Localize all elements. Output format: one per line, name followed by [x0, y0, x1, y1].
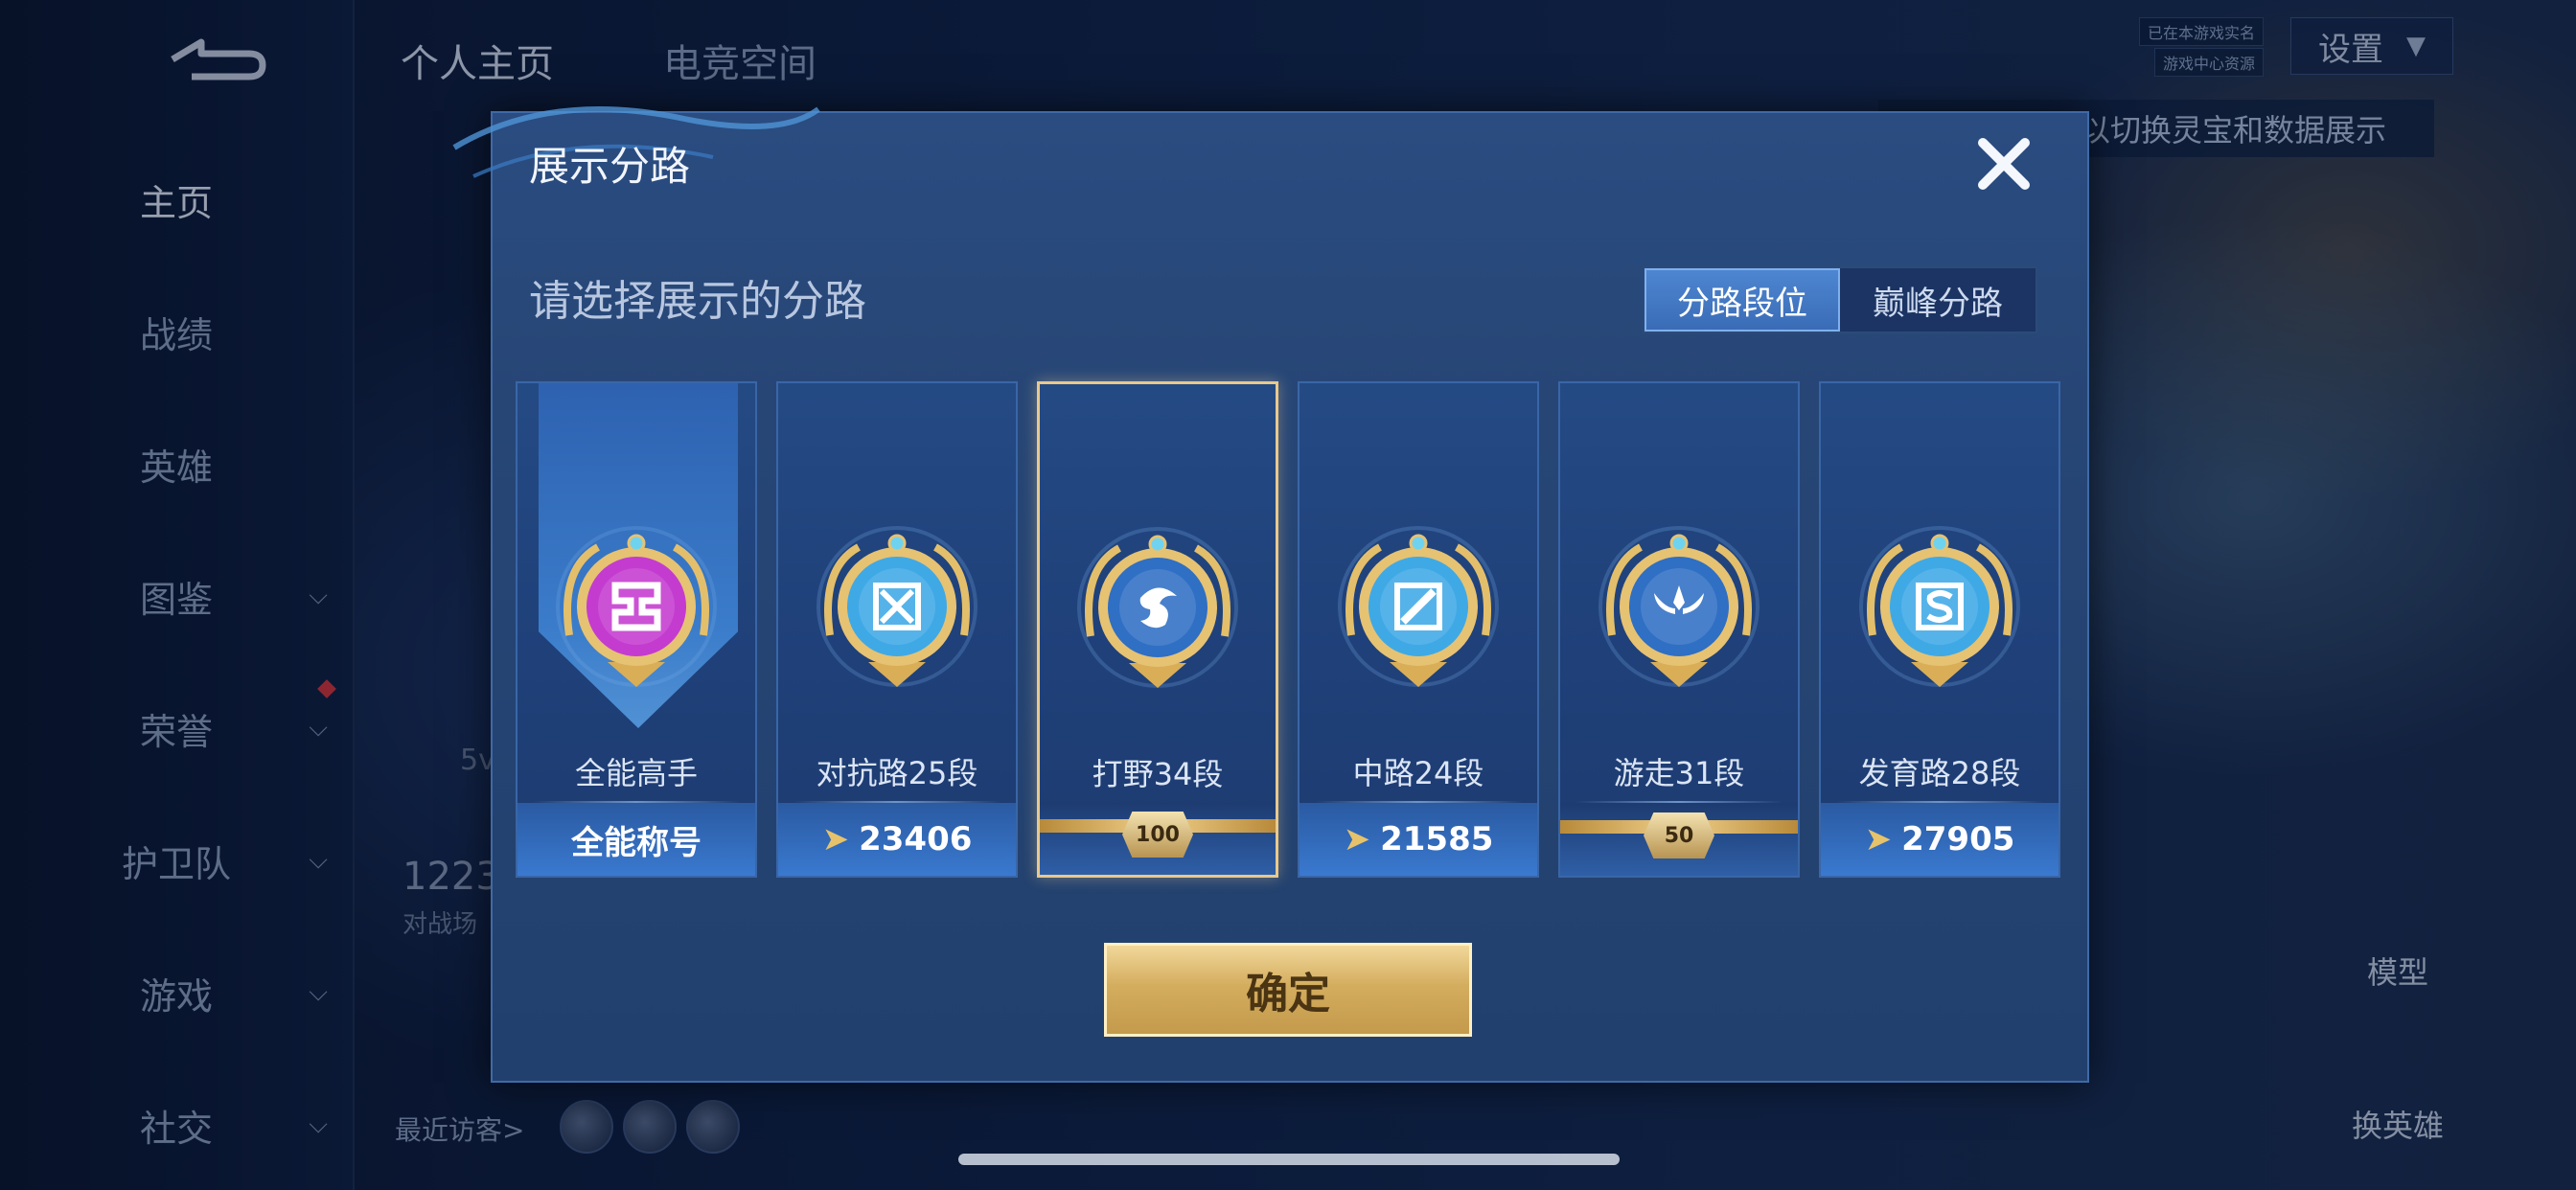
- card-footer: ➤ 21585: [1300, 803, 1537, 876]
- segment-lane-rank[interactable]: 分路段位: [1644, 268, 1840, 332]
- star-badge: 50: [1644, 812, 1714, 858]
- star-count: 50: [1664, 823, 1694, 848]
- select-prompt: 请选择展示的分路: [529, 277, 866, 326]
- view-segment-control: 分路段位 巅峰分路: [1643, 266, 2037, 333]
- clash-lane-medal-icon: [816, 526, 978, 687]
- power-points-value: 27905: [1901, 820, 2015, 858]
- lane-card[interactable]: 游走31段 50: [1558, 381, 1800, 878]
- lane-card[interactable]: 全能高手 全能称号: [516, 381, 757, 878]
- roam-wings-medal-icon: [1598, 526, 1760, 687]
- title-text: 全能称号: [571, 823, 702, 862]
- power-points-icon: ➤: [1343, 820, 1371, 858]
- mid-lane-medal-icon: [1338, 526, 1499, 687]
- power-points-value: 21585: [1380, 820, 1494, 858]
- card-footer: ➤ 23406: [778, 803, 1016, 876]
- lane-card[interactable]: 发育路28段 ➤ 27905: [1819, 381, 2060, 878]
- lane-label: 全能高手: [574, 755, 698, 791]
- confirm-label: 确定: [1246, 970, 1330, 1018]
- lane-card[interactable]: 中路24段 ➤ 21585: [1298, 381, 1539, 878]
- dialog-title: 展示分路: [529, 143, 691, 190]
- card-footer: ➤ 27905: [1821, 803, 2058, 876]
- lane-label: 对抗路25段: [816, 755, 978, 791]
- farm-lane-medal-icon: [1859, 526, 2020, 687]
- power-points-value: 23406: [859, 820, 973, 858]
- power-points-icon: ➤: [821, 820, 850, 858]
- power-points-icon: ➤: [1864, 820, 1893, 858]
- jungle-dragon-medal-icon: [1077, 527, 1238, 688]
- lane-label: 中路24段: [1352, 755, 1484, 791]
- lane-label: 发育路28段: [1858, 755, 2021, 791]
- close-icon: [1978, 138, 2030, 190]
- lane-label: 打野34段: [1092, 756, 1224, 792]
- star-count: 100: [1136, 822, 1180, 847]
- all-round-medal-icon: [556, 526, 717, 687]
- lane-card[interactable]: 对抗路25段 ➤ 23406: [776, 381, 1018, 878]
- lane-label: 游走31段: [1613, 755, 1745, 791]
- lane-card-list: 全能高手 全能称号 对抗路25段 ➤ 23406 打野34段 100 中路24段 ➤ 21585 游…: [516, 381, 2064, 880]
- star-badge: 100: [1122, 812, 1193, 858]
- display-lane-dialog: 展示分路 请选择展示的分路 分路段位 巅峰分路 全能高手 全能称号 对抗路25段 ➤ 2…: [452, 106, 2089, 1083]
- home-indicator[interactable]: [958, 1154, 1620, 1165]
- close-button[interactable]: [1970, 130, 2037, 197]
- confirm-button[interactable]: 确定: [1104, 943, 1472, 1037]
- segment-peak-lane[interactable]: 巅峰分路: [1840, 268, 2036, 332]
- card-footer: 全能称号: [518, 803, 755, 876]
- lane-card[interactable]: 打野34段 100: [1037, 381, 1278, 878]
